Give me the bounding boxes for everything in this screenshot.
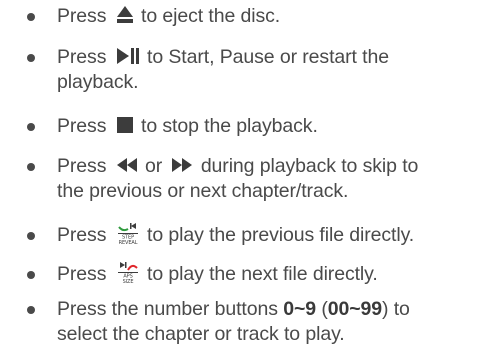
text-press: Press — [57, 46, 107, 68]
bullet — [27, 232, 35, 240]
bullet — [27, 271, 35, 279]
list-item-text: Press the number buttons 0~9 (00~99) to … — [57, 297, 497, 347]
text-line-2: the previous or next chapter/track. — [57, 180, 349, 202]
bullet — [27, 54, 35, 62]
play-pause-icon — [116, 47, 140, 65]
text-press: Press — [57, 5, 107, 27]
list-item-text: Press APS SIZE to play the next file dir… — [57, 261, 497, 287]
text-line-2: playback. — [57, 71, 139, 93]
text-play-pause-description: to Start, Pause or restart the — [147, 46, 389, 68]
text-press: Press — [57, 224, 107, 246]
list-item-text: Press to stop the playback. — [57, 114, 497, 139]
text-paren-close: ) to — [382, 298, 410, 320]
list-item-text: Press to eject the disc. — [57, 4, 497, 29]
list-item-text: Press to Start, Pause or restart the pla… — [57, 45, 497, 95]
eject-icon — [116, 5, 134, 24]
text-previous-file-description: to play the previous file directly. — [147, 224, 415, 246]
aps-size-next-icon: APS SIZE — [116, 261, 140, 285]
list-item-text: Press or during playback to skip to the … — [57, 154, 497, 204]
text-range-single: 0~9 — [283, 298, 316, 320]
text-press: Press — [57, 115, 107, 137]
text-press: Press — [57, 263, 107, 285]
bullet — [27, 306, 35, 314]
bullet — [27, 13, 35, 21]
text-stop-description: to stop the playback. — [141, 115, 318, 137]
skip-back-icon — [116, 157, 138, 173]
bullet — [27, 163, 35, 171]
icon-label-reveal: REVEAL — [118, 240, 137, 246]
skip-forward-icon — [171, 157, 193, 173]
text-skip-description: during playback to skip to — [200, 155, 419, 177]
text-number-buttons: Press the number buttons — [57, 298, 278, 320]
stop-icon — [116, 116, 134, 134]
step-reveal-previous-icon: STEP REVEAL — [116, 222, 140, 246]
list-item-text: Press STEP REVEAL to play the previous f… — [57, 222, 497, 248]
text-press: Press — [57, 155, 107, 177]
bullet — [27, 123, 35, 131]
text-eject-description: to eject the disc. — [141, 5, 281, 27]
text-line-2: select the chapter or track to play. — [57, 323, 345, 345]
text-or: or — [145, 155, 163, 177]
text-next-file-description: to play the next file directly. — [147, 263, 378, 285]
icon-label-size: SIZE — [122, 279, 133, 285]
text-range-double: 00~99 — [327, 298, 383, 320]
